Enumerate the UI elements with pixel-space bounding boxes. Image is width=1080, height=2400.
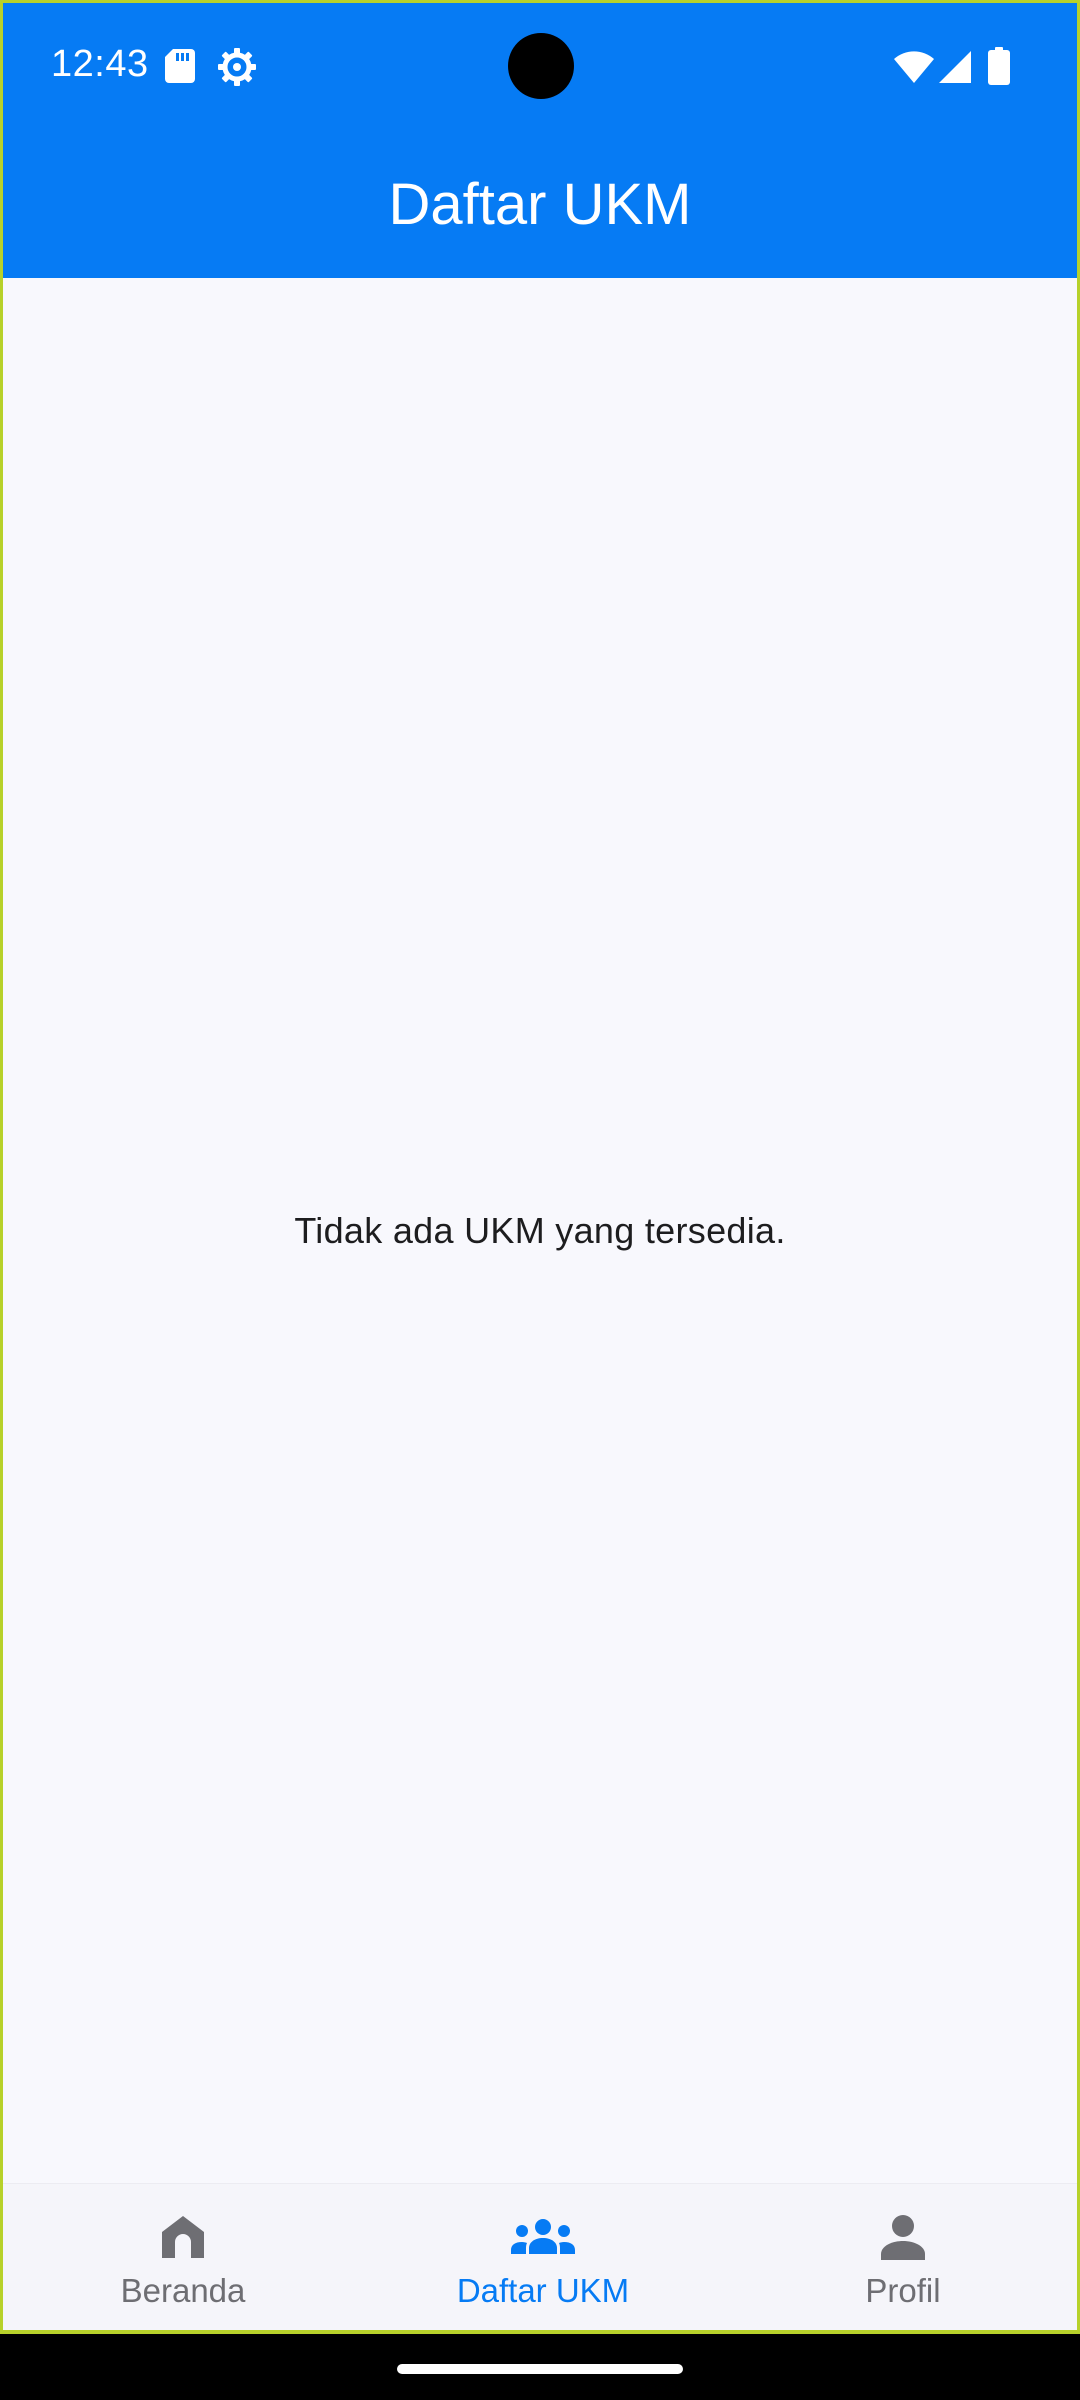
settings-gear-icon — [217, 47, 257, 92]
signal-icon — [939, 51, 971, 88]
status-time: 12:43 — [51, 43, 149, 85]
wifi-icon — [894, 51, 934, 88]
nav-label-beranda: Beranda — [120, 2272, 246, 2309]
camera-cutout — [508, 33, 574, 99]
person-icon — [880, 2214, 926, 2265]
battery-icon — [988, 47, 1010, 90]
gesture-navigation-handle[interactable] — [397, 2364, 683, 2374]
nav-label-profil: Profil — [865, 2272, 941, 2309]
nav-label-daftar-ukm: Daftar UKM — [456, 2272, 630, 2309]
groups-icon — [511, 2218, 575, 2259]
nav-item-daftar-ukm[interactable]: Daftar UKM — [363, 2184, 723, 2330]
sd-card-icon — [165, 49, 195, 88]
nav-item-beranda[interactable]: Beranda — [3, 2184, 363, 2330]
page-title: Daftar UKM — [388, 172, 692, 237]
empty-state-message: Tidak ada UKM yang tersedia. — [294, 1210, 786, 1251]
home-icon — [160, 2214, 206, 2265]
status-bar: 12:43 — [3, 3, 1077, 133]
nav-item-profil[interactable]: Profil — [723, 2184, 1077, 2330]
bottom-navigation: Beranda Daftar UKM Profil — [3, 2183, 1077, 2330]
app-screen: 12:43 Daftar UKM Tidak ada UKM yang ters… — [0, 0, 1080, 2334]
app-bar: Daftar UKM — [3, 133, 1077, 278]
